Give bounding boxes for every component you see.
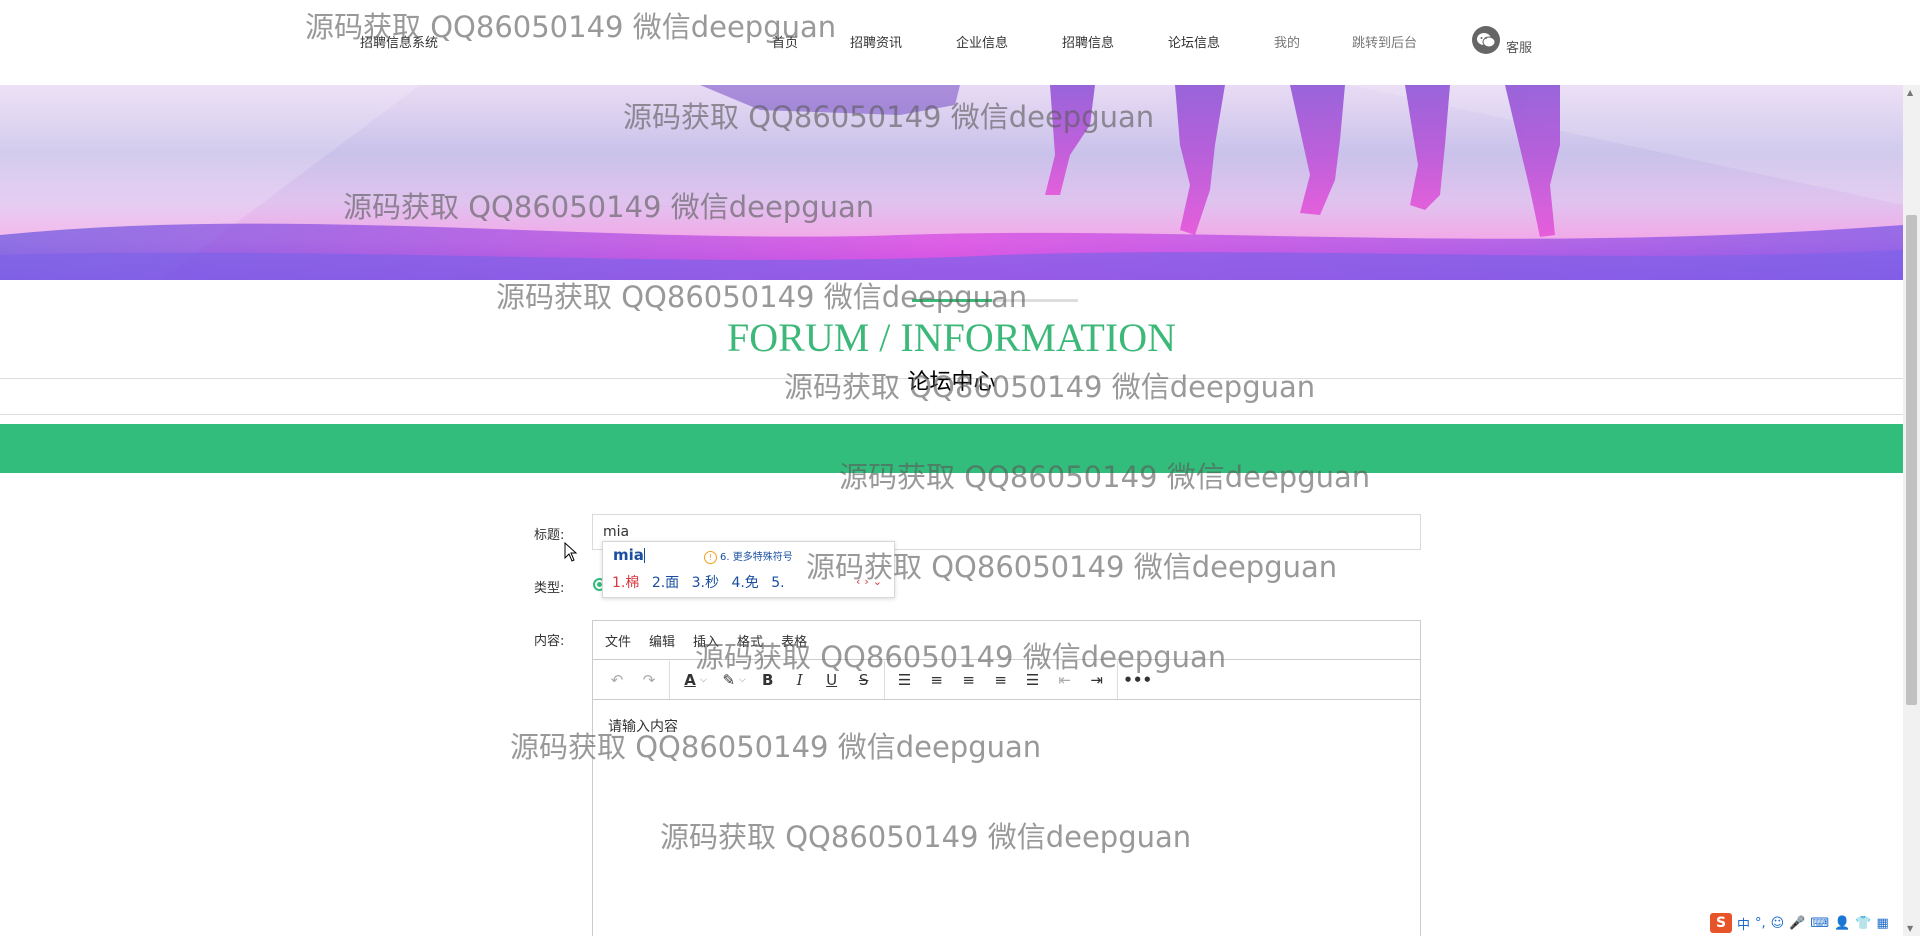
keyboard-icon[interactable]: ⌨ xyxy=(1810,916,1829,931)
ime-lang-indicator[interactable]: 中 xyxy=(1737,914,1750,933)
menu-edit[interactable]: 编辑 xyxy=(649,631,675,650)
mouse-cursor-icon xyxy=(564,542,578,562)
nav-forum-info[interactable]: 论坛信息 xyxy=(1168,32,1220,51)
ime-candidate[interactable]: 2.面 xyxy=(652,575,679,591)
divider xyxy=(0,414,1903,415)
site-title[interactable]: 招聘信息系统 xyxy=(360,32,438,51)
scroll-down-icon[interactable]: ▼ xyxy=(1907,924,1913,933)
content-label: 内容: xyxy=(534,634,565,649)
toolbox-icon[interactable]: ▦ xyxy=(1877,916,1889,931)
chevron-down-icon[interactable]: ⌵ xyxy=(739,675,746,685)
nav-job-info[interactable]: 招聘信息 xyxy=(1062,32,1114,51)
ime-candidate[interactable]: 5. xyxy=(771,575,784,591)
toolbar-separator xyxy=(883,660,885,699)
user-icon[interactable]: 👤 xyxy=(1834,916,1850,931)
heading-accent-line xyxy=(912,299,992,302)
underline-icon[interactable]: U xyxy=(816,665,848,695)
nav-home[interactable]: 首页 xyxy=(772,32,798,51)
watermark: 源码获取 QQ86050149 微信deepguan xyxy=(496,280,1028,314)
align-center-icon[interactable]: ≡ xyxy=(953,665,985,695)
editor-menubar: 文件 编辑 插入 格式 表格 xyxy=(593,621,1420,660)
nav-recruitment-news[interactable]: 招聘资讯 xyxy=(850,32,902,51)
ime-page-nav-icon[interactable]: ‹›⌄ xyxy=(856,575,886,588)
microphone-icon[interactable]: 🎤 xyxy=(1789,916,1805,931)
nav-admin[interactable]: 跳转到后台 xyxy=(1352,32,1417,51)
ime-tray: S 中 °, ☺ 🎤 ⌨ 👤 👕 ▦ xyxy=(1710,912,1889,934)
ime-punct-indicator[interactable]: °, xyxy=(1755,916,1766,931)
menu-file[interactable]: 文件 xyxy=(605,631,631,650)
scrollbar-thumb[interactable] xyxy=(1906,215,1917,705)
banner-image xyxy=(0,85,1903,280)
editor-toolbar: ↶ ↷ A ⌵ ✎ ⌵ B I U S ☰ ≡ ≡ ≡ ☰ ⇤ ⇥ ••• xyxy=(593,660,1420,700)
align-right-icon[interactable]: ≡ xyxy=(985,665,1017,695)
ime-candidate[interactable]: 3.秒 xyxy=(692,575,719,591)
nav-company-info[interactable]: 企业信息 xyxy=(956,32,1008,51)
section-title-cn: 论坛中心 xyxy=(907,370,996,395)
sogou-logo-icon[interactable]: S xyxy=(1710,913,1732,933)
top-navbar: 招聘信息系统 首页 招聘资讯 企业信息 招聘信息 论坛信息 我的 跳转到后台 客… xyxy=(0,0,1903,85)
strikethrough-icon[interactable]: S xyxy=(848,665,880,695)
emoji-icon[interactable]: ☺ xyxy=(1771,916,1785,931)
bold-icon[interactable]: B xyxy=(752,665,784,695)
redo-icon[interactable]: ↷ xyxy=(633,665,665,695)
menu-insert[interactable]: 插入 xyxy=(693,631,719,650)
section-title-en: FORUM / INFORMATION xyxy=(727,315,1176,360)
line-height-icon[interactable]: ☰ xyxy=(889,665,921,695)
title-label: 标题: xyxy=(534,528,565,543)
menu-table[interactable]: 表格 xyxy=(781,631,807,650)
ime-candidate[interactable]: 4.免 xyxy=(731,575,758,591)
scroll-up-icon[interactable]: ▲ xyxy=(1907,88,1913,97)
wechat-icon[interactable] xyxy=(1472,26,1500,54)
customer-service-link[interactable]: 客服 xyxy=(1506,37,1532,56)
undo-icon[interactable]: ↶ xyxy=(601,665,633,695)
more-icon[interactable]: ••• xyxy=(1122,665,1154,695)
ime-candidate-list: 1.棉 2.面 3.秒 4.免 5. xyxy=(612,572,793,592)
italic-icon[interactable]: I xyxy=(784,665,816,695)
heading-divider-line xyxy=(992,299,1078,302)
outdent-icon[interactable]: ⇤ xyxy=(1049,665,1081,695)
skin-icon[interactable]: 👕 xyxy=(1855,916,1871,931)
nav-mine[interactable]: 我的 xyxy=(1274,32,1300,51)
editor-placeholder: 请输入内容 xyxy=(608,719,678,735)
ime-candidate-popup: mia ! 6. 更多特殊符号 1.棉 2.面 3.秒 4.免 5. ‹›⌄ xyxy=(602,541,895,598)
green-band xyxy=(0,424,1903,473)
rich-text-editor[interactable]: 文件 编辑 插入 格式 表格 ↶ ↷ A ⌵ ✎ ⌵ B I U S ☰ ≡ ≡… xyxy=(592,620,1421,936)
menu-format[interactable]: 格式 xyxy=(737,631,763,650)
chevron-down-icon[interactable]: ⌵ xyxy=(700,675,707,685)
ime-composition: mia xyxy=(613,546,645,564)
align-left-icon[interactable]: ≡ xyxy=(921,665,953,695)
toolbar-separator xyxy=(669,660,670,699)
toolbar-separator xyxy=(1116,660,1118,699)
type-label: 类型: xyxy=(534,581,565,596)
align-justify-icon[interactable]: ☰ xyxy=(1017,665,1049,695)
indent-icon[interactable]: ⇥ xyxy=(1081,665,1113,695)
ime-hint[interactable]: ! 6. 更多特殊符号 xyxy=(704,548,793,564)
ime-candidate[interactable]: 1.棉 xyxy=(612,575,639,591)
